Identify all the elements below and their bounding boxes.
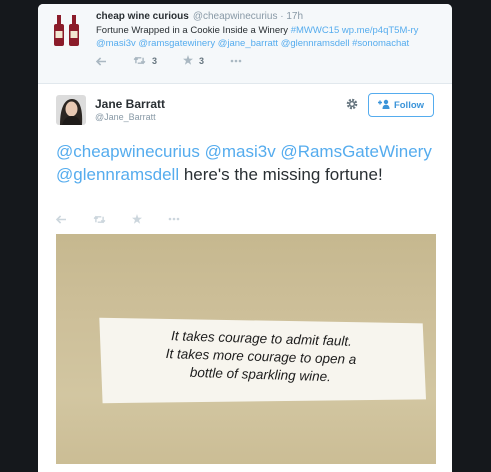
parent-tweet-text: Fortune Wrapped in a Cookie Inside a Win… [96, 24, 446, 50]
parent-tweet[interactable]: cheap wine curious @cheapwinecurius · 17h… [38, 4, 452, 84]
author-name[interactable]: Jane Barratt [95, 97, 165, 111]
parent-header: cheap wine curious @cheapwinecurius · 17h [96, 11, 303, 22]
tweet-card: cheap wine curious @cheapwinecurius · 17h… [38, 4, 452, 472]
follow-button[interactable]: Follow [368, 93, 434, 117]
retweet-count: 3 [152, 56, 158, 66]
follow-person-icon [377, 99, 390, 111]
parent-handle-time[interactable]: @cheapwinecurius · 17h [193, 11, 303, 22]
parent-author-name[interactable]: cheap wine curious [96, 11, 189, 22]
favorite-icon[interactable] [132, 214, 142, 224]
parent-text-plain: Fortune Wrapped in a Cookie Inside a Win… [96, 25, 289, 36]
fortune-text: It takes courage to admit fault. It take… [110, 325, 412, 388]
retweet-icon[interactable] [93, 215, 106, 224]
parent-actions: 3 3 [96, 54, 268, 68]
more-icon[interactable] [168, 217, 180, 221]
tweet-photo[interactable]: It takes courage to admit fault. It take… [56, 234, 436, 464]
favorite-icon [183, 55, 194, 67]
tweet-actions [56, 212, 206, 226]
gear-icon[interactable] [345, 97, 359, 111]
favorite-action[interactable]: 3 [183, 55, 204, 67]
author-avatar[interactable] [56, 95, 86, 125]
parent-text-links[interactable]: #MWWC15 wp.me/p4qT5M-ry [291, 25, 419, 36]
parent-text-mentions[interactable]: @masi3v @ramsgatewinery @jane_barratt @g… [96, 38, 409, 49]
retweet-icon [133, 56, 146, 67]
tweet-text-plain: here's the missing fortune! [183, 165, 383, 184]
follow-label: Follow [393, 99, 425, 111]
tweet-text: @cheapwinecurius @masi3v @RamsGateWinery… [56, 140, 436, 186]
reply-icon[interactable] [56, 214, 67, 224]
favorite-count: 3 [199, 56, 205, 66]
retweet-action[interactable]: 3 [133, 56, 157, 67]
more-icon[interactable] [230, 59, 242, 63]
reply-icon[interactable] [96, 56, 107, 66]
author-handle[interactable]: @Jane_Barratt [95, 112, 156, 122]
wine-bottles-avatar[interactable] [49, 12, 85, 48]
